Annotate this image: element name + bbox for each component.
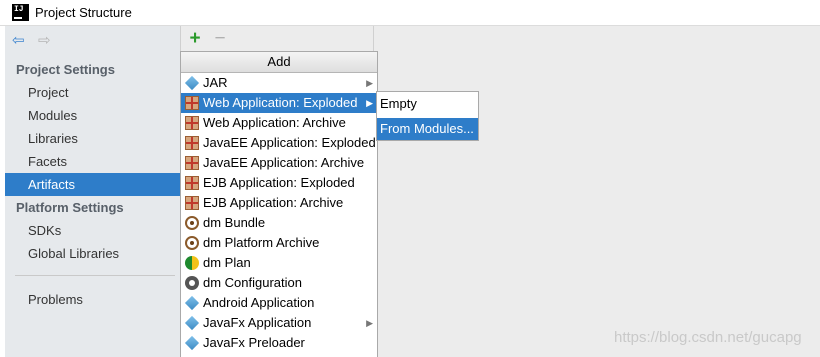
watermark-text: https://blog.csdn.net/gucapg (614, 329, 802, 346)
menu-item-javafx-application[interactable]: JavaFx Application ▶ (181, 313, 377, 333)
sidebar-item-project[interactable]: Project (5, 81, 180, 104)
sidebar-item-problems[interactable]: Problems (5, 288, 180, 311)
sidebar-item-modules[interactable]: Modules (5, 104, 180, 127)
title-bar: IJ Project Structure (0, 0, 820, 26)
javafx-app-icon (184, 315, 200, 331)
dm-configuration-icon (185, 276, 199, 290)
menu-item-javaee-application-archive[interactable]: JavaEE Application: Archive (181, 153, 377, 173)
menu-item-label: JavaFx Application (203, 315, 312, 330)
submenu-arrow-icon: ▶ (366, 78, 373, 88)
remove-artifact-button[interactable]: − (212, 29, 228, 49)
sidebar-item-artifacts[interactable]: Artifacts (5, 173, 180, 196)
javaee-exploded-icon (185, 136, 199, 150)
menu-item-label: dm Platform Archive (203, 235, 320, 250)
sidebar-item-libraries[interactable]: Libraries (5, 127, 180, 150)
javafx-preloader-icon (184, 335, 200, 351)
menu-item-dm-platform-archive[interactable]: dm Platform Archive (181, 233, 377, 253)
menu-item-dm-bundle[interactable]: dm Bundle (181, 213, 377, 233)
dm-plan-icon (185, 256, 199, 270)
window-title: Project Structure (35, 5, 132, 20)
logo-text: IJ (14, 5, 24, 14)
web-app-archive-icon (185, 116, 199, 130)
ejb-exploded-icon (185, 176, 199, 190)
logo-underline (14, 17, 22, 19)
sidebar-item-sdks[interactable]: SDKs (5, 219, 180, 242)
add-menu-header: Add (181, 52, 377, 73)
submenu-item-from-modules[interactable]: From Modules... (377, 118, 478, 140)
menu-item-dm-plan[interactable]: dm Plan (181, 253, 377, 273)
menu-item-label: Web Application: Exploded (203, 95, 358, 110)
web-application-exploded-submenu: Empty From Modules... (376, 91, 479, 141)
dm-platform-archive-icon (185, 236, 199, 250)
menu-item-ejb-application-archive[interactable]: EJB Application: Archive (181, 193, 377, 213)
menu-item-label: JAR (203, 75, 228, 90)
add-artifact-button[interactable]: + (187, 29, 203, 49)
toolbar-divider (373, 26, 374, 52)
sidebar-divider (15, 275, 175, 276)
menu-item-jar[interactable]: JAR ▶ (181, 73, 377, 93)
arrow-right-icon[interactable]: ⇨ (38, 33, 51, 48)
artifacts-toolbar: + − (181, 26, 373, 52)
menu-item-label: dm Plan (203, 255, 251, 270)
menu-item-dm-configuration[interactable]: dm Configuration (181, 273, 377, 293)
menu-item-label: EJB Application: Exploded (203, 175, 355, 190)
ejb-archive-icon (185, 196, 199, 210)
submenu-arrow-icon: ▶ (366, 98, 373, 108)
menu-item-label: EJB Application: Archive (203, 195, 344, 210)
sidebar: ⇦ ⇨ Project Settings Project Modules Lib… (5, 26, 181, 357)
menu-item-label: JavaEE Application: Exploded (203, 135, 376, 150)
menu-item-ejb-application-exploded[interactable]: EJB Application: Exploded (181, 173, 377, 193)
add-artifact-menu: Add JAR ▶ Web Application: Exploded ▶ We… (180, 51, 378, 357)
javaee-archive-icon (185, 156, 199, 170)
menu-item-web-application-archive[interactable]: Web Application: Archive (181, 113, 377, 133)
sidebar-item-facets[interactable]: Facets (5, 150, 180, 173)
menu-item-label: JavaEE Application: Archive (203, 155, 365, 170)
web-app-exploded-icon (185, 96, 199, 110)
submenu-arrow-icon: ▶ (366, 318, 373, 328)
intellij-logo-icon: IJ (12, 4, 29, 21)
menu-item-label: JavaFx Preloader (203, 335, 305, 350)
platform-settings-header: Platform Settings (16, 200, 124, 215)
sidebar-item-global-libraries[interactable]: Global Libraries (5, 242, 180, 265)
menu-item-javaee-application-exploded[interactable]: JavaEE Application: Exploded (181, 133, 377, 153)
menu-item-label: Android Application (203, 295, 315, 310)
menu-item-web-application-exploded[interactable]: Web Application: Exploded ▶ (181, 93, 377, 113)
arrow-left-icon[interactable]: ⇦ (12, 33, 25, 48)
menu-item-label: dm Configuration (203, 275, 302, 290)
menu-item-label: dm Bundle (203, 215, 266, 230)
project-settings-header: Project Settings (16, 62, 115, 77)
jar-icon (184, 75, 200, 91)
menu-item-label: Web Application: Archive (203, 115, 346, 130)
menu-item-javafx-preloader[interactable]: JavaFx Preloader (181, 333, 377, 353)
menu-item-android-application[interactable]: Android Application (181, 293, 377, 313)
submenu-item-empty[interactable]: Empty (377, 93, 478, 115)
android-app-icon (184, 295, 200, 311)
dm-bundle-icon (185, 216, 199, 230)
